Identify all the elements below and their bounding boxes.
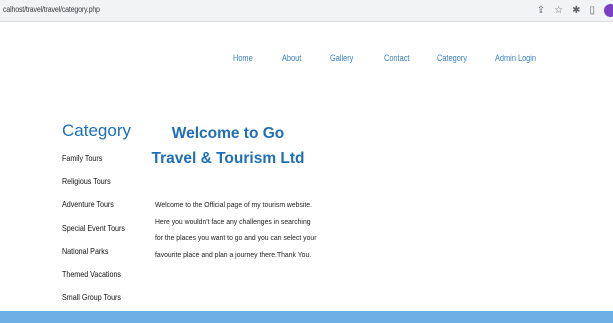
profile-avatar[interactable] (604, 4, 613, 17)
browser-toolbar-icons: ⇪ ☆ ✱ ▯ (537, 3, 613, 18)
nav-gallery-link[interactable]: Gallery (330, 53, 353, 63)
nav-admin-login-link[interactable]: Admin Login (495, 53, 536, 63)
url-text[interactable]: calhost/travel/travel/category.php (3, 5, 100, 14)
star-icon[interactable]: ☆ (554, 3, 563, 18)
welcome-paragraph: Welcome to the Official page of my touri… (155, 197, 317, 264)
welcome-line: Welcome to the Official page of my touri… (155, 200, 313, 209)
category-item-national-parks[interactable]: National Parks (62, 244, 125, 267)
nav-contact-link[interactable]: Contact (384, 53, 409, 63)
category-item-themed-vacations[interactable]: Themed Vacations (62, 267, 125, 290)
category-item-small-group-tours[interactable]: Small Group Tours (62, 290, 125, 313)
category-list: Family Tours Religious Tours Adventure T… (62, 151, 137, 313)
category-item-special-event-tours[interactable]: Special Event Tours (62, 221, 125, 244)
footer-band (0, 311, 613, 323)
welcome-line: for the places you want to go and you ca… (155, 233, 317, 243)
share-icon[interactable]: ⇪ (537, 3, 545, 18)
category-heading: Category (62, 121, 131, 140)
welcome-line: Here you wouldn't face any challenges in… (155, 216, 311, 226)
category-item-family-tours[interactable]: Family Tours (62, 151, 125, 174)
nav-category-link[interactable]: Category (437, 53, 467, 63)
welcome-line: favourite place and plan a journey there… (155, 250, 312, 260)
sidebar-icon[interactable]: ▯ (589, 3, 595, 18)
pin-icon[interactable]: ✱ (572, 3, 580, 18)
category-item-adventure-tours[interactable]: Adventure Tours (62, 197, 125, 220)
welcome-heading: Welcome to Go Travel & Tourism Ltd (151, 125, 305, 167)
category-item-religious-tours[interactable]: Religious Tours (62, 174, 125, 197)
main-nav: Home About Gallery Contact Category Admi… (0, 53, 613, 67)
browser-address-bar: calhost/travel/travel/category.php ⇪ ☆ ✱… (0, 0, 613, 22)
nav-home-link[interactable]: Home (233, 53, 253, 63)
nav-about-link[interactable]: About (282, 53, 301, 63)
